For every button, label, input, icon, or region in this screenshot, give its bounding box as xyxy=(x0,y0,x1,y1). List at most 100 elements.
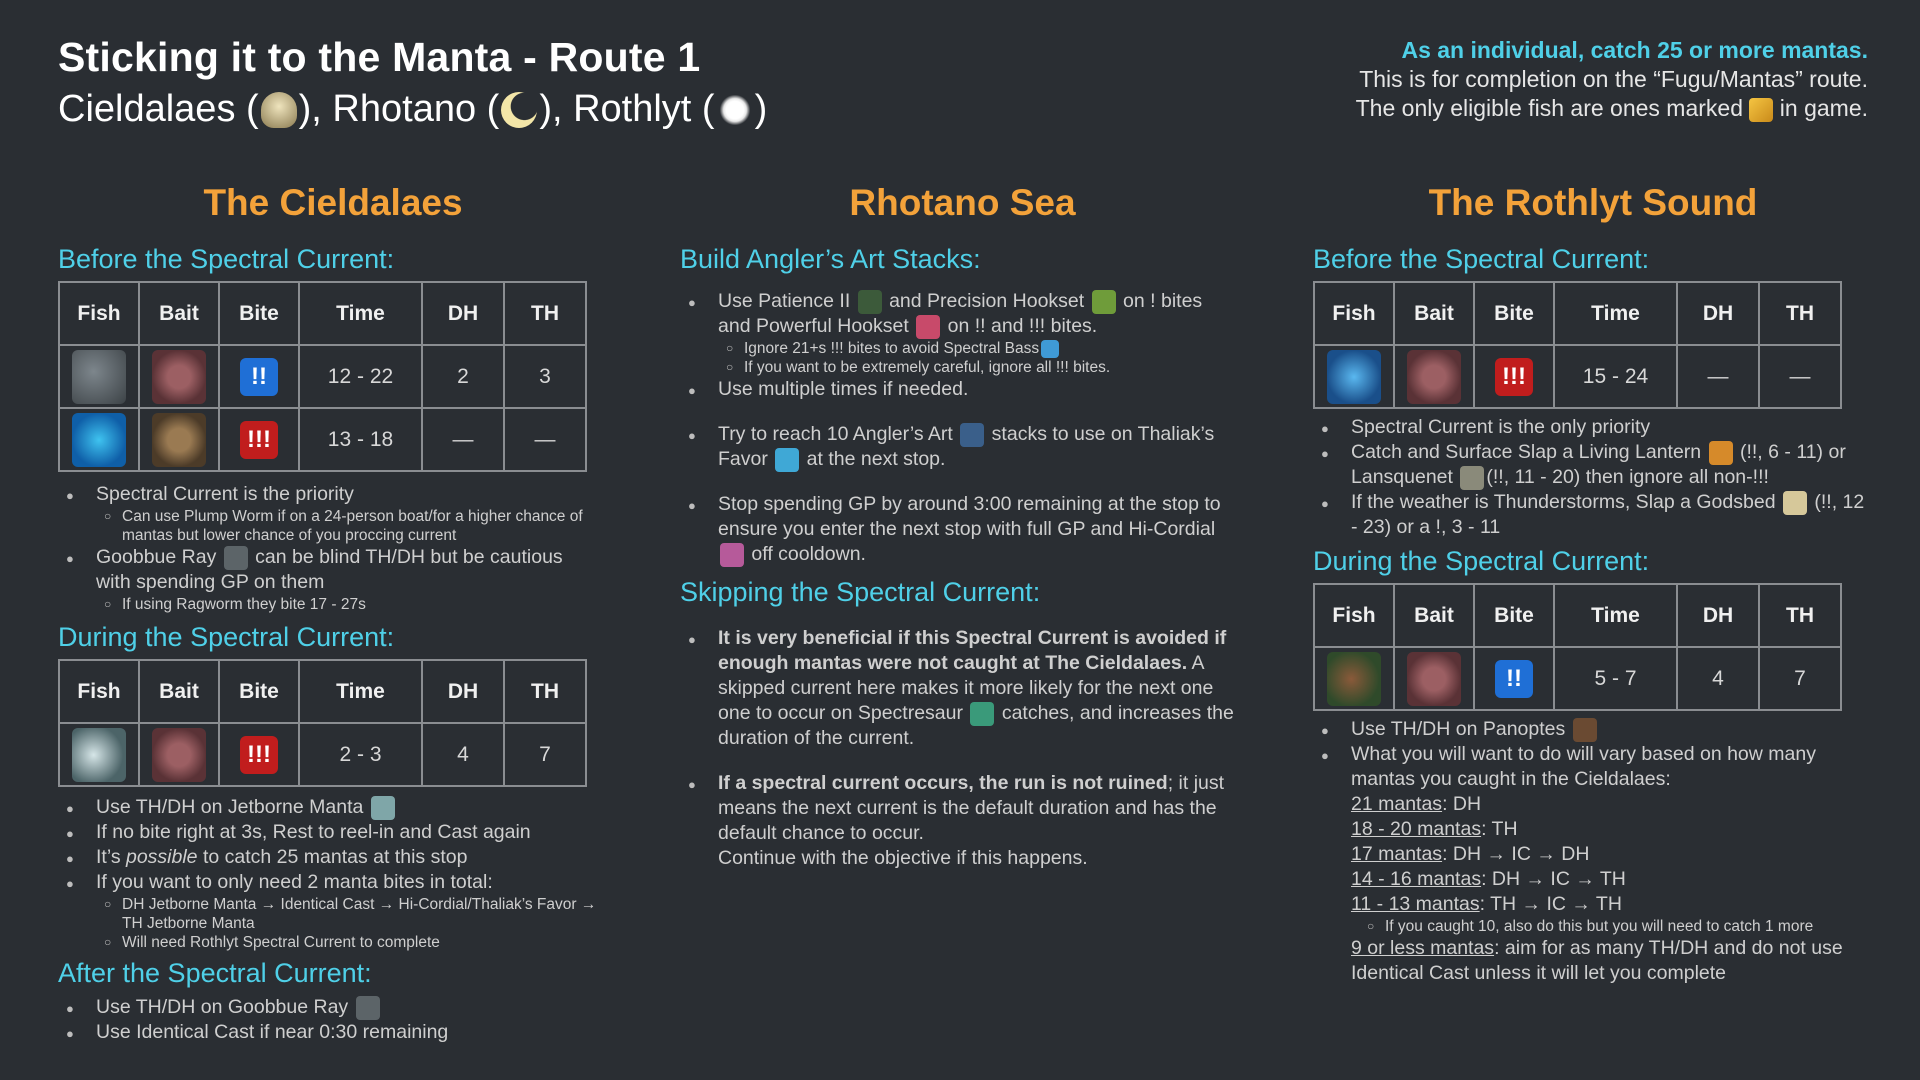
list-item: 17 mantas: DH → IC → DH xyxy=(1351,842,1873,867)
spectral-fish-icon xyxy=(1327,349,1381,404)
time-cell: 13 - 18 xyxy=(298,407,423,472)
plump-worm-icon xyxy=(1407,651,1461,706)
eligible-note-end: in game. xyxy=(1773,95,1868,121)
tip-text: Ignore 21+s !!! bites to avoid Spectral … xyxy=(744,340,1040,357)
th-cell: — xyxy=(503,407,587,472)
section-heading: After the Spectral Current: xyxy=(58,958,372,988)
tip-text: If you want to only need 2 manta bites i… xyxy=(96,871,493,893)
dh-cell: 2 xyxy=(421,344,505,409)
spectresaur-icon xyxy=(970,701,995,726)
list-item: DH Jetborne Manta → Identical Cast → Hi-… xyxy=(104,895,598,933)
list-item: Catch and Surface Slap a Living Lantern … xyxy=(1321,440,1873,490)
time-cell: 15 - 24 xyxy=(1553,344,1678,409)
col-fish: Fish xyxy=(1313,583,1395,648)
table-header-row: Fish Bait Bite Time DH TH xyxy=(1313,583,1842,648)
section-heading: During the Spectral Current: xyxy=(58,622,395,652)
build-list: Use Patience II and Precision Hookset on… xyxy=(680,289,1240,567)
during-list: Use TH/DH on Jetborne Manta If no bite r… xyxy=(58,795,598,952)
objective-block: As an individual, catch 25 or more manta… xyxy=(1356,36,1868,123)
col-th: TH xyxy=(1758,583,1842,648)
count-key: 11 - 13 mantas xyxy=(1351,893,1480,915)
zone-line: Cieldalaes ( ), Rhotano ( ), Rothlyt ( ) xyxy=(58,88,767,131)
anglers-art-icon xyxy=(960,422,985,447)
tip-text: and Precision Hookset xyxy=(883,290,1090,312)
jetborne-manta-icon xyxy=(370,795,395,820)
th-cell: 7 xyxy=(503,722,587,787)
list-item: 21 mantas: DH xyxy=(1351,792,1873,817)
col-th: TH xyxy=(503,281,587,346)
list-item: What you will want to do will vary based… xyxy=(1321,742,1873,792)
time-cell: 2 - 3 xyxy=(298,722,423,787)
goobbue-ray-icon xyxy=(223,545,248,570)
count-key: 18 - 20 mantas xyxy=(1351,818,1482,840)
th-cell: 3 xyxy=(503,344,587,409)
count-value: : DH → IC → TH xyxy=(1481,868,1626,890)
list-item: If you caught 10, also do this but you w… xyxy=(1367,917,1873,936)
list-item: If the weather is Thunderstorms, Slap a … xyxy=(1321,490,1873,540)
zone-text-2: ), Rhotano ( xyxy=(298,88,500,130)
hi-cordial-icon xyxy=(720,542,744,567)
count-value: : TH xyxy=(1481,818,1518,840)
goobbue-ray-icon xyxy=(72,349,126,404)
goobbue-ray-icon xyxy=(355,995,380,1020)
table-row: !! 12 - 22 2 3 xyxy=(58,344,587,409)
eligible-note: The only eligible fish are ones marked i… xyxy=(1356,94,1868,123)
section-heading: Build Angler’s Art Stacks: xyxy=(680,244,981,274)
col-dh: DH xyxy=(1676,281,1760,346)
plump-worm-icon xyxy=(152,349,206,404)
col-fish: Fish xyxy=(1313,281,1395,346)
jetborne-manta-icon xyxy=(72,727,126,782)
list-item: Use TH/DH on Panoptes xyxy=(1321,717,1873,743)
tip-text: Use TH/DH on Jetborne Manta xyxy=(96,796,369,818)
column-title: The Rothlyt Sound xyxy=(1428,182,1758,223)
zone-text-3: ), Rothlyt ( xyxy=(539,88,715,130)
lansquenet-icon xyxy=(1460,465,1485,490)
tip-text: Use TH/DH on Goobbue Ray xyxy=(96,996,354,1018)
list-item: Spectral Current is the priority Can use… xyxy=(66,482,598,545)
list-item: Goobbue Ray can be blind TH/DH but be ca… xyxy=(66,545,598,614)
tip-bold: It is very beneficial if this Spectral C… xyxy=(718,627,1227,674)
list-item: Spectral Current is the only priority xyxy=(1321,415,1873,441)
list-item: 9 or less mantas: aim for as many TH/DH … xyxy=(1351,936,1873,986)
living-lantern-icon xyxy=(1708,440,1733,465)
bite-triple-icon: !!! xyxy=(240,735,278,774)
manta-count-guide: 21 mantas: DH 18 - 20 mantas: TH 17 mant… xyxy=(1313,792,1873,986)
fish-table-before: Fish Bait Bite Time DH TH !!! 15 - 24 — … xyxy=(1313,281,1842,409)
plump-worm-icon xyxy=(1407,349,1461,404)
section-heading: During the Spectral Current: xyxy=(1313,546,1650,576)
table-row: !! 5 - 7 4 7 xyxy=(1313,646,1842,711)
bite-double-icon: !! xyxy=(240,357,278,396)
list-item: If no bite right at 3s, Rest to reel-in … xyxy=(66,820,598,846)
after-list: Use TH/DH on Goobbue Ray Use Identical C… xyxy=(58,995,598,1046)
objective-text: As an individual, catch 25 or more manta… xyxy=(1401,37,1868,63)
column-rhotano: Rhotano Sea Build Angler’s Art Stacks: U… xyxy=(680,182,1240,871)
manta-mark-icon xyxy=(1749,97,1774,122)
col-time: Time xyxy=(298,659,423,724)
col-bait: Bait xyxy=(1393,281,1475,346)
tip-text: off cooldown. xyxy=(746,543,866,565)
tip-text: at the next stop. xyxy=(801,448,946,470)
tips-list: Spectral Current is the priority Can use… xyxy=(58,482,598,614)
tip-text: Try to reach 10 Angler’s Art xyxy=(718,423,959,445)
column-rothlyt: The Rothlyt Sound Before the Spectral Cu… xyxy=(1313,182,1873,986)
fish-table-during: Fish Bait Bite Time DH TH !! 5 - 7 4 7 xyxy=(1313,583,1842,711)
list-item: Ignore 21+s !!! bites to avoid Spectral … xyxy=(726,339,1240,358)
list-item: It’s possible to catch 25 mantas at this… xyxy=(66,845,598,871)
table-row: !!! 15 - 24 — — xyxy=(1313,344,1842,409)
col-bait: Bait xyxy=(1393,583,1475,648)
col-dh: DH xyxy=(421,659,505,724)
skip-list: It is very beneficial if this Spectral C… xyxy=(680,626,1240,871)
table-row: !!! 2 - 3 4 7 xyxy=(58,722,587,787)
tip-text: Goobbue Ray xyxy=(96,546,222,568)
tip-bold: If a spectral current occurs, the run is… xyxy=(718,772,1168,794)
fish-table-before: Fish Bait Bite Time DH TH !! 12 - 22 2 3… xyxy=(58,281,587,472)
section-heading: Before the Spectral Current: xyxy=(58,244,395,274)
thaliaks-favor-icon xyxy=(775,447,800,472)
tip-text: Use Patience II xyxy=(718,290,856,312)
col-time: Time xyxy=(1553,281,1678,346)
col-fish: Fish xyxy=(58,659,140,724)
list-item: If using Ragworm they bite 17 - 27s xyxy=(104,595,598,614)
tip-text: Catch and Surface Slap a Living Lantern xyxy=(1351,441,1707,463)
column-title: Rhotano Sea xyxy=(849,182,1076,223)
count-key: 9 or less mantas xyxy=(1351,937,1495,959)
